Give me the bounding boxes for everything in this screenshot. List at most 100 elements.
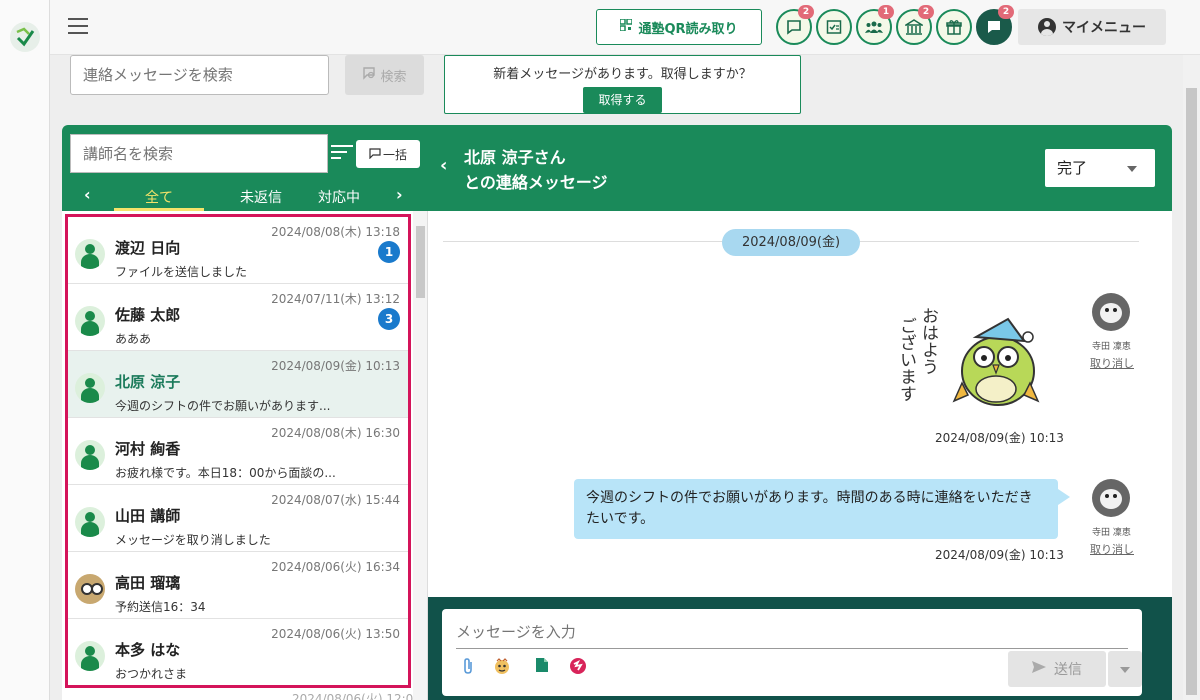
school-building-icon[interactable]: 2 [896,5,934,45]
conversation-row[interactable]: 2024/08/07(水) 15:44 山田 講師 メッセージを取り消しました [68,485,408,552]
scrollbar-thumb[interactable] [416,226,425,298]
chevron-down-icon [1127,166,1137,172]
conversation-time: 2024/08/06(火) 13:50 [271,627,400,641]
school-badge: 2 [918,5,934,19]
user-avatar-icon [75,239,105,269]
checklist-icon[interactable] [816,9,852,45]
message-search-label: 検索 [380,69,407,85]
my-menu-button[interactable]: マイメニュー [1018,9,1166,45]
attach-paperclip-icon[interactable] [458,657,478,677]
schedule-send-icon[interactable] [568,657,588,677]
message-time: 2024/08/09(金) 10:13 [935,548,1064,562]
conversation-row[interactable]: 2024/08/08(木) 16:30 河村 絢香 お疲れ様です。本日18：00… [68,418,408,485]
send-options-button[interactable] [1108,651,1142,687]
tab-in-progress[interactable]: 対応中 [294,187,384,211]
bulk-chat-icon [369,147,381,162]
message-search-button[interactable]: 検索 [345,55,424,95]
user-avatar-icon [75,373,105,403]
conversation-preview: お疲れ様です。本日18：00から面談の... [115,466,336,480]
top-bar: 通塾QR読み取り 2 1 2 2 マイメニュー [50,0,1200,55]
bulk-action-button[interactable]: 一括 [356,140,420,168]
tab-prev-icon[interactable]: ‹ [84,185,91,204]
conversation-name: 河村 絢香 [115,440,181,458]
app-logo[interactable] [10,22,40,52]
conversation-list-scrollbar[interactable] [413,211,427,700]
sender-avatar [1092,293,1130,331]
notice-text: 新着メッセージがあります。取得しますか？ [493,67,752,82]
conversation-name: 高田 瑠璃 [115,574,181,592]
search-icon [362,66,376,84]
tab-next-icon[interactable]: › [396,185,403,204]
retract-message-link[interactable]: 取り消し [1090,355,1134,371]
status-select-value: 完了 [1057,159,1088,177]
qr-scan-button[interactable]: 通塾QR読み取り [596,9,762,45]
conversation-time: 2024/08/07(水) 15:44 [271,493,400,507]
students-icon[interactable]: 1 [856,5,894,45]
conversation-name: 佐藤 太郎 [115,306,181,324]
tab-all[interactable]: 全て [114,187,204,211]
page-scrollbar[interactable] [1183,55,1200,700]
conversation-name: 渡辺 日向 [115,239,181,257]
tab-unreplied[interactable]: 未返信 [216,187,306,211]
message-bubble: 今週のシフトの件でお願いがあります。時間のある時に連絡をいただきたいです。 [574,479,1070,539]
left-rail [0,0,50,700]
conversation-row[interactable]: 2024/08/08(木) 13:18 渡辺 日向 ファイルを送信しました 1 [68,217,408,284]
chat-messages: 2024/08/09(金) ございます おはよう 寺田 凜恵 取り消し 2024… [428,211,1172,597]
unread-badge: 1 [378,241,400,263]
sort-icon[interactable] [331,145,353,163]
conversation-time: 2024/08/06(火) 16:34 [271,560,400,574]
conversation-list-header: 一括 ‹ 全て 未返信 対応中 › [62,125,428,211]
conversation-name: 山田 講師 [115,507,181,525]
account-icon [1038,18,1056,36]
conversation-row[interactable]: 2024/08/06(火) 13:50 本多 はな おつかれさま [68,619,408,685]
chat-title-suffix: との連絡メッセージ [464,173,608,192]
owl-avatar-icon [75,574,105,604]
conversation-row[interactable]: 2024/07/11(木) 13:12 佐藤 太郎 あああ 3 [68,284,408,351]
sender-name: 寺田 凜恵 [1092,342,1131,352]
message-time: 2024/08/09(金) 10:13 [935,431,1064,445]
chat-scrollbar[interactable] [1156,211,1172,597]
chat-active-icon[interactable]: 2 [976,5,1014,45]
conversation-preview: 予約送信16：34 [115,600,206,614]
message-search-input[interactable] [70,55,329,95]
unread-badge: 3 [378,308,400,330]
conversation-row[interactable]: 2024/08/06(火) 16:34 高田 瑠璃 予約送信16：34 [68,552,408,619]
user-avatar-icon [75,507,105,537]
message-composer: 送信 [428,597,1172,700]
chat-title: 北原 涼子さん との連絡メッセージ [464,145,608,195]
page-scrollbar-thumb[interactable] [1186,88,1197,695]
qr-code-icon [619,18,634,35]
conversation-preview: ファイルを送信しました [115,265,248,279]
user-avatar-icon [75,641,105,671]
sticker-text-col2: おはよう [918,307,938,375]
retract-message-link[interactable]: 取り消し [1090,541,1134,557]
back-chevron-icon[interactable]: ‹ [440,155,447,176]
conversation-row-selected[interactable]: 2024/08/09(金) 10:13 北原 涼子 今週のシフトの件でお願いがあ… [68,351,408,418]
send-button[interactable]: 送信 [1008,651,1106,687]
hamburger-menu-icon[interactable] [68,18,88,34]
chat-bubble-icon[interactable]: 2 [776,5,814,45]
qr-scan-label: 通塾QR読み取り [638,21,738,37]
fetch-messages-button[interactable]: 取得する [583,87,662,113]
send-label: 送信 [1054,662,1082,678]
message-input[interactable] [456,615,1128,649]
message-panel: 一括 ‹ 全て 未返信 対応中 › 2024/08/08(木) 13:18 渡辺… [62,125,1172,700]
my-menu-label: マイメニュー [1062,20,1146,36]
conversation-name: 本多 はな [115,641,181,659]
conversation-time: 2024/08/08(木) 13:18 [271,225,400,239]
sender-avatar [1092,479,1130,517]
conversation-time: 2024/08/09(金) 10:13 [271,359,400,373]
gift-icon[interactable] [936,9,972,45]
template-document-icon[interactable] [532,657,552,677]
conversation-time-peek: 2024/08/06(火) 12:00 [292,692,421,700]
sender-name: 寺田 凜恵 [1092,528,1131,538]
chat-title-name: 北原 涼子さん [464,148,566,167]
new-message-notice: 新着メッセージがあります。取得しますか？ 取得する [444,55,801,114]
teacher-search-input[interactable] [70,134,328,173]
sticker-text-col1: ございます [898,317,916,402]
status-select[interactable]: 完了 [1045,149,1155,187]
emoji-sticker-icon[interactable] [492,657,512,677]
chat-header: ‹ 北原 涼子さん との連絡メッセージ 完了 [428,125,1172,211]
date-pill: 2024/08/09(金) [722,229,860,256]
conversation-preview: 今週のシフトの件でお願いがあります... [115,399,331,413]
